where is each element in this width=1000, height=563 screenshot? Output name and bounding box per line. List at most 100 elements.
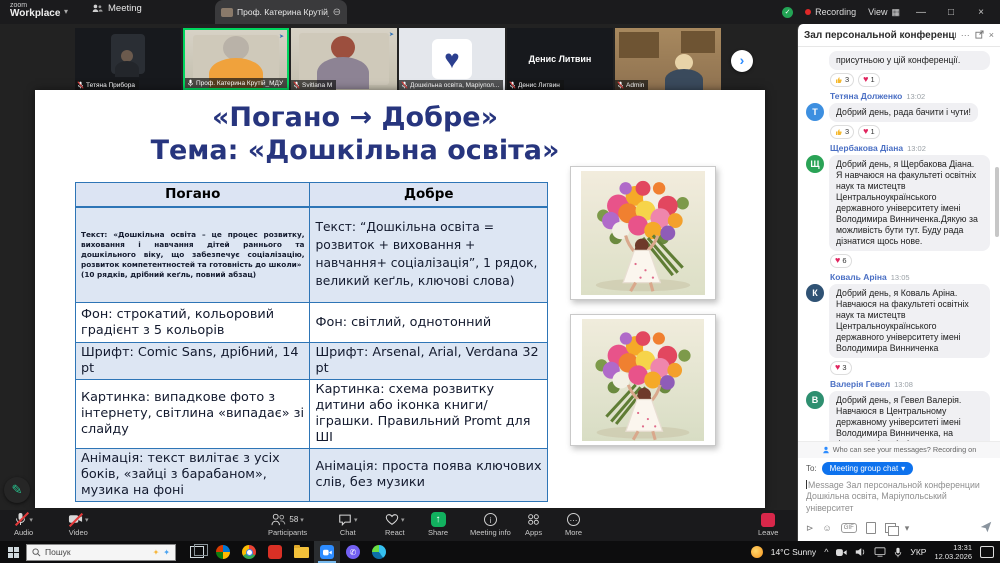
chat-panel: Зал персональной конференции Дошкільн...… [797, 24, 1000, 541]
red-app-button[interactable] [262, 541, 288, 563]
minimize-button[interactable]: — [912, 7, 930, 18]
more-button[interactable]: ⋯ More [565, 512, 582, 537]
maximize-button[interactable]: □ [942, 7, 960, 18]
reaction-chip[interactable]: ♥1 [858, 125, 880, 139]
reaction-chip[interactable]: ♥1 [858, 73, 880, 87]
heart-react-icon [385, 513, 399, 526]
table-header-good: Добре [310, 183, 548, 207]
chat-close-icon[interactable]: × [989, 30, 994, 40]
emoji-icon[interactable]: ☺ [823, 523, 832, 533]
video-tile[interactable]: Тетяна Прибора [75, 28, 181, 90]
chat-more-icon[interactable]: ··· [961, 30, 970, 40]
reaction-chip[interactable]: ♥6 [830, 254, 852, 268]
taskbar-search-input[interactable]: Пошук ✦ ✦ [26, 544, 176, 561]
zoom-tray-icon[interactable] [836, 548, 847, 557]
view-button[interactable]: View ▦ [868, 7, 900, 18]
viber-app-button[interactable]: ✆ [340, 541, 366, 563]
weather-text[interactable]: 14°C Sunny [771, 547, 816, 557]
chevron-up-icon[interactable]: ▾ [300, 516, 304, 524]
video-tile[interactable]: ♥ Дошкільна освіта, Маріупол... [399, 28, 505, 90]
next-participants-button[interactable]: › [731, 50, 753, 72]
recording-indicator[interactable]: Recording [805, 7, 856, 17]
chevron-up-icon[interactable]: ▾ [401, 516, 405, 524]
tab-meeting[interactable]: Meeting [92, 3, 142, 14]
weather-sun-icon[interactable] [751, 546, 763, 558]
hidden-icons-chevron[interactable]: ^ [824, 547, 828, 557]
notification-center-icon[interactable] [980, 546, 994, 558]
audio-button[interactable]: ▾ Audio [14, 512, 33, 537]
privacy-person-icon [822, 446, 830, 454]
react-button[interactable]: ▾ React [385, 512, 405, 537]
mic-muted-icon [509, 81, 516, 89]
heart-icon: ♥ [863, 75, 868, 84]
avatar: Т [806, 103, 824, 121]
reaction-chip[interactable]: 3 [830, 125, 854, 139]
chrome-app-button[interactable] [236, 541, 262, 563]
share-button[interactable]: ↑ Share [428, 512, 448, 537]
chat-scrollbar[interactable] [995, 167, 999, 237]
screenshot-icon[interactable] [885, 523, 896, 533]
display-cast-icon[interactable] [874, 547, 886, 557]
zoom-app-button[interactable] [314, 541, 340, 563]
task-view-button[interactable] [184, 541, 210, 563]
format-icon[interactable]: ⊳ [806, 523, 814, 534]
annotate-pencil-button[interactable]: ✎ [4, 477, 30, 503]
recipient-selector[interactable]: Meeting group chat▾ [822, 462, 914, 475]
gif-icon[interactable]: GIF [841, 523, 857, 533]
mic-muted-icon [401, 81, 408, 89]
file-attach-icon[interactable] [866, 522, 876, 534]
leave-button[interactable]: Leave [758, 512, 778, 537]
video-tile-active-speaker[interactable]: ➤ Проф. Катерина Крутій_МДУ [183, 28, 289, 90]
cell-bad-text: Шрифт: Comic Sans, дрібний, 14 pt [76, 343, 310, 380]
pop-out-icon[interactable] [975, 30, 984, 41]
tab-remove-icon[interactable]: ⊖ [333, 7, 341, 18]
participant-name: Тетяна Прибора [86, 82, 135, 89]
reaction-chip[interactable]: 3 [830, 73, 854, 87]
video-tile[interactable]: Денис Литвин Денис Литвин [507, 28, 613, 90]
info-icon: i [484, 513, 497, 526]
chevron-down-icon: ▾ [901, 464, 905, 473]
title-bar: zoom Workplace ▾ Meeting Проф. Катерина … [0, 0, 1000, 24]
video-tile[interactable]: ➤ Svitlana M [291, 28, 397, 90]
widgets-app-button[interactable] [210, 541, 236, 563]
chat-message: Щербакова Діана13:02 Щ Добрий день, я Ще… [806, 143, 990, 268]
edge-app-button[interactable] [366, 541, 392, 563]
reaction-chip[interactable]: ♥3 [830, 361, 852, 375]
participant-face [223, 36, 249, 60]
table-header-bad: Погано [76, 183, 310, 207]
message-bubble: присутньою у цій конференції. [829, 51, 990, 70]
zoom-workplace-logo[interactable]: zoom Workplace [10, 2, 60, 19]
chevron-down-icon[interactable]: ▾ [64, 7, 68, 16]
chevron-up-icon[interactable]: ▾ [29, 516, 33, 524]
video-button[interactable]: ▾ Video [68, 512, 89, 537]
microphone-icon[interactable] [894, 547, 902, 558]
language-indicator[interactable]: УКР [910, 547, 926, 557]
chat-bubble-icon [338, 513, 352, 526]
file-explorer-button[interactable] [288, 541, 314, 563]
apps-button[interactable]: Apps [525, 512, 542, 537]
chat-button[interactable]: ▾ Chat [338, 512, 358, 537]
avatar: В [806, 391, 824, 409]
close-button[interactable]: × [972, 7, 990, 18]
meeting-info-button[interactable]: i Meeting info [470, 512, 511, 537]
tab-shared-doc[interactable]: Проф. Катерина Крутій_МДУ's s ⊖ [215, 0, 347, 24]
security-shield-icon[interactable]: ✓ [782, 7, 793, 18]
cell-good-text: Анімація: проста поява ключових слів, бе… [310, 448, 548, 501]
more-format-chevron-icon[interactable]: ▾ [905, 523, 910, 534]
tab-meeting-label: Meeting [108, 3, 142, 14]
chevron-up-icon[interactable]: ▾ [354, 516, 358, 524]
heart-icon: ♥ [835, 256, 840, 265]
speaker-icon[interactable] [855, 547, 866, 557]
clock[interactable]: 13:31 12.03.2026 [934, 543, 972, 562]
video-tile[interactable]: Admin [615, 28, 721, 90]
chat-message-input[interactable]: Message Зал персональной конференции Дош… [798, 477, 1000, 517]
red-app-icon [268, 545, 282, 559]
date: 12.03.2026 [934, 552, 972, 561]
send-button[interactable] [980, 521, 992, 535]
leave-meeting-icon [761, 513, 775, 527]
chevron-up-icon[interactable]: ▾ [85, 516, 89, 524]
comparison-table: Погано Добре Текст: «Дошкільна освіта – … [75, 182, 548, 502]
start-button[interactable] [0, 541, 26, 563]
participants-button[interactable]: 58▾ Participants [268, 512, 307, 537]
task-view-icon [190, 546, 204, 558]
